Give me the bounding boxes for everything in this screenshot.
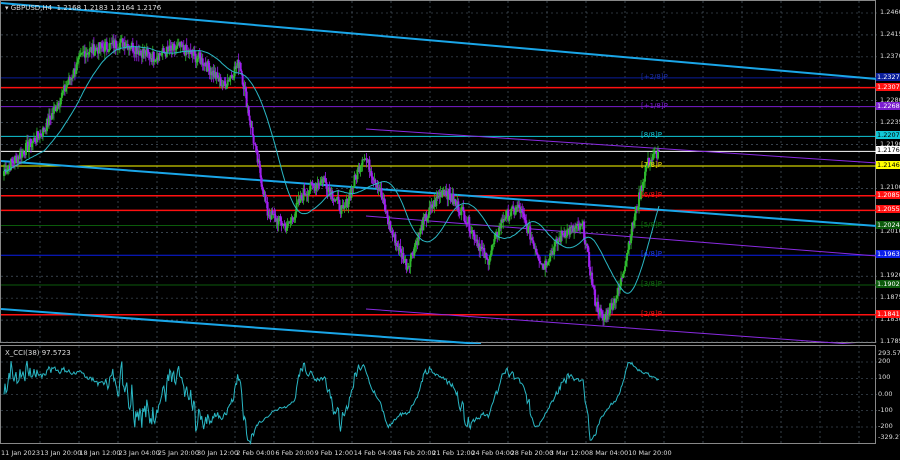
trend-line [1, 2, 877, 80]
cci-tick: 0.00 [878, 389, 893, 398]
level-label: [+2/8]P [641, 72, 668, 81]
cci-tick: 200 [878, 357, 891, 365]
candle-body [508, 216, 511, 221]
level-price-tag: 1.1841 [876, 309, 900, 318]
candle-body [615, 298, 618, 303]
candlestick-plot [1, 1, 877, 344]
cci-plot [1, 346, 877, 445]
time-tick: 13 Jan 20:00 [40, 449, 82, 457]
time-tick: 8 Mar 04:00 [589, 449, 629, 457]
time-tick: 10 Mar 20:00 [628, 449, 672, 457]
time-tick: 16 Feb 20:00 [393, 449, 436, 457]
level-price-tag: 1.2207 [876, 131, 900, 140]
candle-body [566, 229, 569, 237]
cci-tick: -329.2779 [878, 433, 900, 441]
level-price-tag: 1.2085 [876, 190, 900, 199]
candle-body [88, 48, 91, 53]
price-tick: 1.1920 [880, 271, 900, 280]
level-price-tag: 1.2055 [876, 205, 900, 214]
level-label: [5/8]P [641, 220, 662, 229]
cci-tick: 293.5774 [878, 348, 900, 357]
candle-body [658, 149, 661, 152]
time-tick: 2 Feb 04:00 [236, 449, 275, 457]
time-tick: 3 Mar 12:00 [549, 449, 590, 457]
candle-body [193, 50, 196, 54]
candle-body [252, 135, 255, 144]
level-label: [8/8]P [641, 131, 662, 140]
candle-body [594, 289, 597, 306]
ohlc-values: 1.2168 1.2183 1.2164 1.2176 [56, 4, 162, 12]
time-tick: 30 Jan 12:00 [197, 449, 239, 457]
time-tick: 14 Feb 04:00 [353, 449, 397, 457]
price-tick: 1.1875 [880, 293, 900, 302]
price-tick: 1.2235 [880, 117, 900, 126]
candle-body [65, 85, 68, 88]
level-label: [6/8]P [641, 190, 662, 199]
level-price-tag: 1.1963 [876, 250, 900, 259]
cci-label: X_CCI(38) 97.5723 [5, 349, 71, 357]
price-tick: 1.2370 [880, 51, 900, 60]
candle-body [624, 266, 627, 272]
level-label: [2/8]P [641, 309, 662, 318]
level-price-tag: 1.2146 [876, 161, 900, 170]
candle-body [561, 230, 564, 234]
candle-body [527, 226, 530, 234]
moving-average-line [3, 45, 660, 294]
time-tick: 18 Jan 12:00 [79, 449, 121, 457]
candle-body [129, 48, 132, 50]
candle-body [185, 45, 188, 51]
level-price-tag: 1.1902 [876, 279, 900, 288]
cci-tick: -100 [878, 405, 893, 414]
level-label: [4/8]P [641, 250, 662, 259]
level-price-tag: 1.2024 [876, 220, 900, 229]
price-tick: 1.2010 [880, 227, 900, 236]
trend-line [365, 215, 877, 257]
trend-line [365, 128, 877, 164]
time-tick: 24 Feb 04:00 [471, 449, 515, 457]
candle-body [525, 220, 528, 224]
candle-body [264, 194, 267, 202]
cci-line [3, 360, 660, 445]
level-price-tag: 1.2307 [876, 82, 900, 91]
cci-tick: -200 [878, 422, 893, 430]
price-tick: 1.2415 [880, 29, 900, 38]
candle-body [254, 143, 257, 146]
candle-body [539, 260, 542, 264]
time-tick: 11 Jan 2023 [1, 449, 40, 457]
candle-body [361, 159, 364, 165]
candle-body [609, 303, 612, 314]
time-tick: 21 Feb 12:00 [432, 449, 475, 457]
candle-body [384, 204, 387, 213]
level-price-tag: 1.2268 [876, 101, 900, 110]
candle-body [340, 205, 343, 214]
price-tick: 1.2460 [880, 8, 900, 16]
candle-body [105, 41, 108, 50]
cci-tick: 100 [878, 373, 891, 382]
price-chart[interactable]: ▾ GBPUSD,H4 1.2168 1.2183 1.2164 1.2176 [0, 0, 877, 344]
price-tick: 1.1785 [880, 337, 900, 345]
chart-title: ▾ GBPUSD,H4 1.2168 1.2183 1.2164 1.2176 [5, 4, 162, 12]
time-tick: 23 Jan 04:00 [118, 449, 160, 457]
candle-body [486, 257, 489, 260]
cci-indicator-pane[interactable]: X_CCI(38) 97.5723 [0, 345, 877, 445]
time-tick: 9 Feb 12:00 [314, 449, 354, 457]
time-tick: 25 Jan 20:00 [157, 449, 199, 457]
level-price-tag: 1.2327 [876, 72, 900, 81]
level-label: [+1/8]P [641, 101, 668, 110]
candle-body [546, 264, 549, 266]
symbol: GBPUSD,H4 [10, 4, 53, 12]
level-price-tag: 1.2176 [876, 146, 900, 155]
candle-body [337, 196, 340, 200]
level-label: [7/8]P [641, 161, 662, 170]
time-tick: 28 Feb 20:00 [510, 449, 554, 457]
level-label: [3/8]P [641, 279, 662, 288]
time-tick: 6 Feb 20:00 [275, 449, 314, 457]
